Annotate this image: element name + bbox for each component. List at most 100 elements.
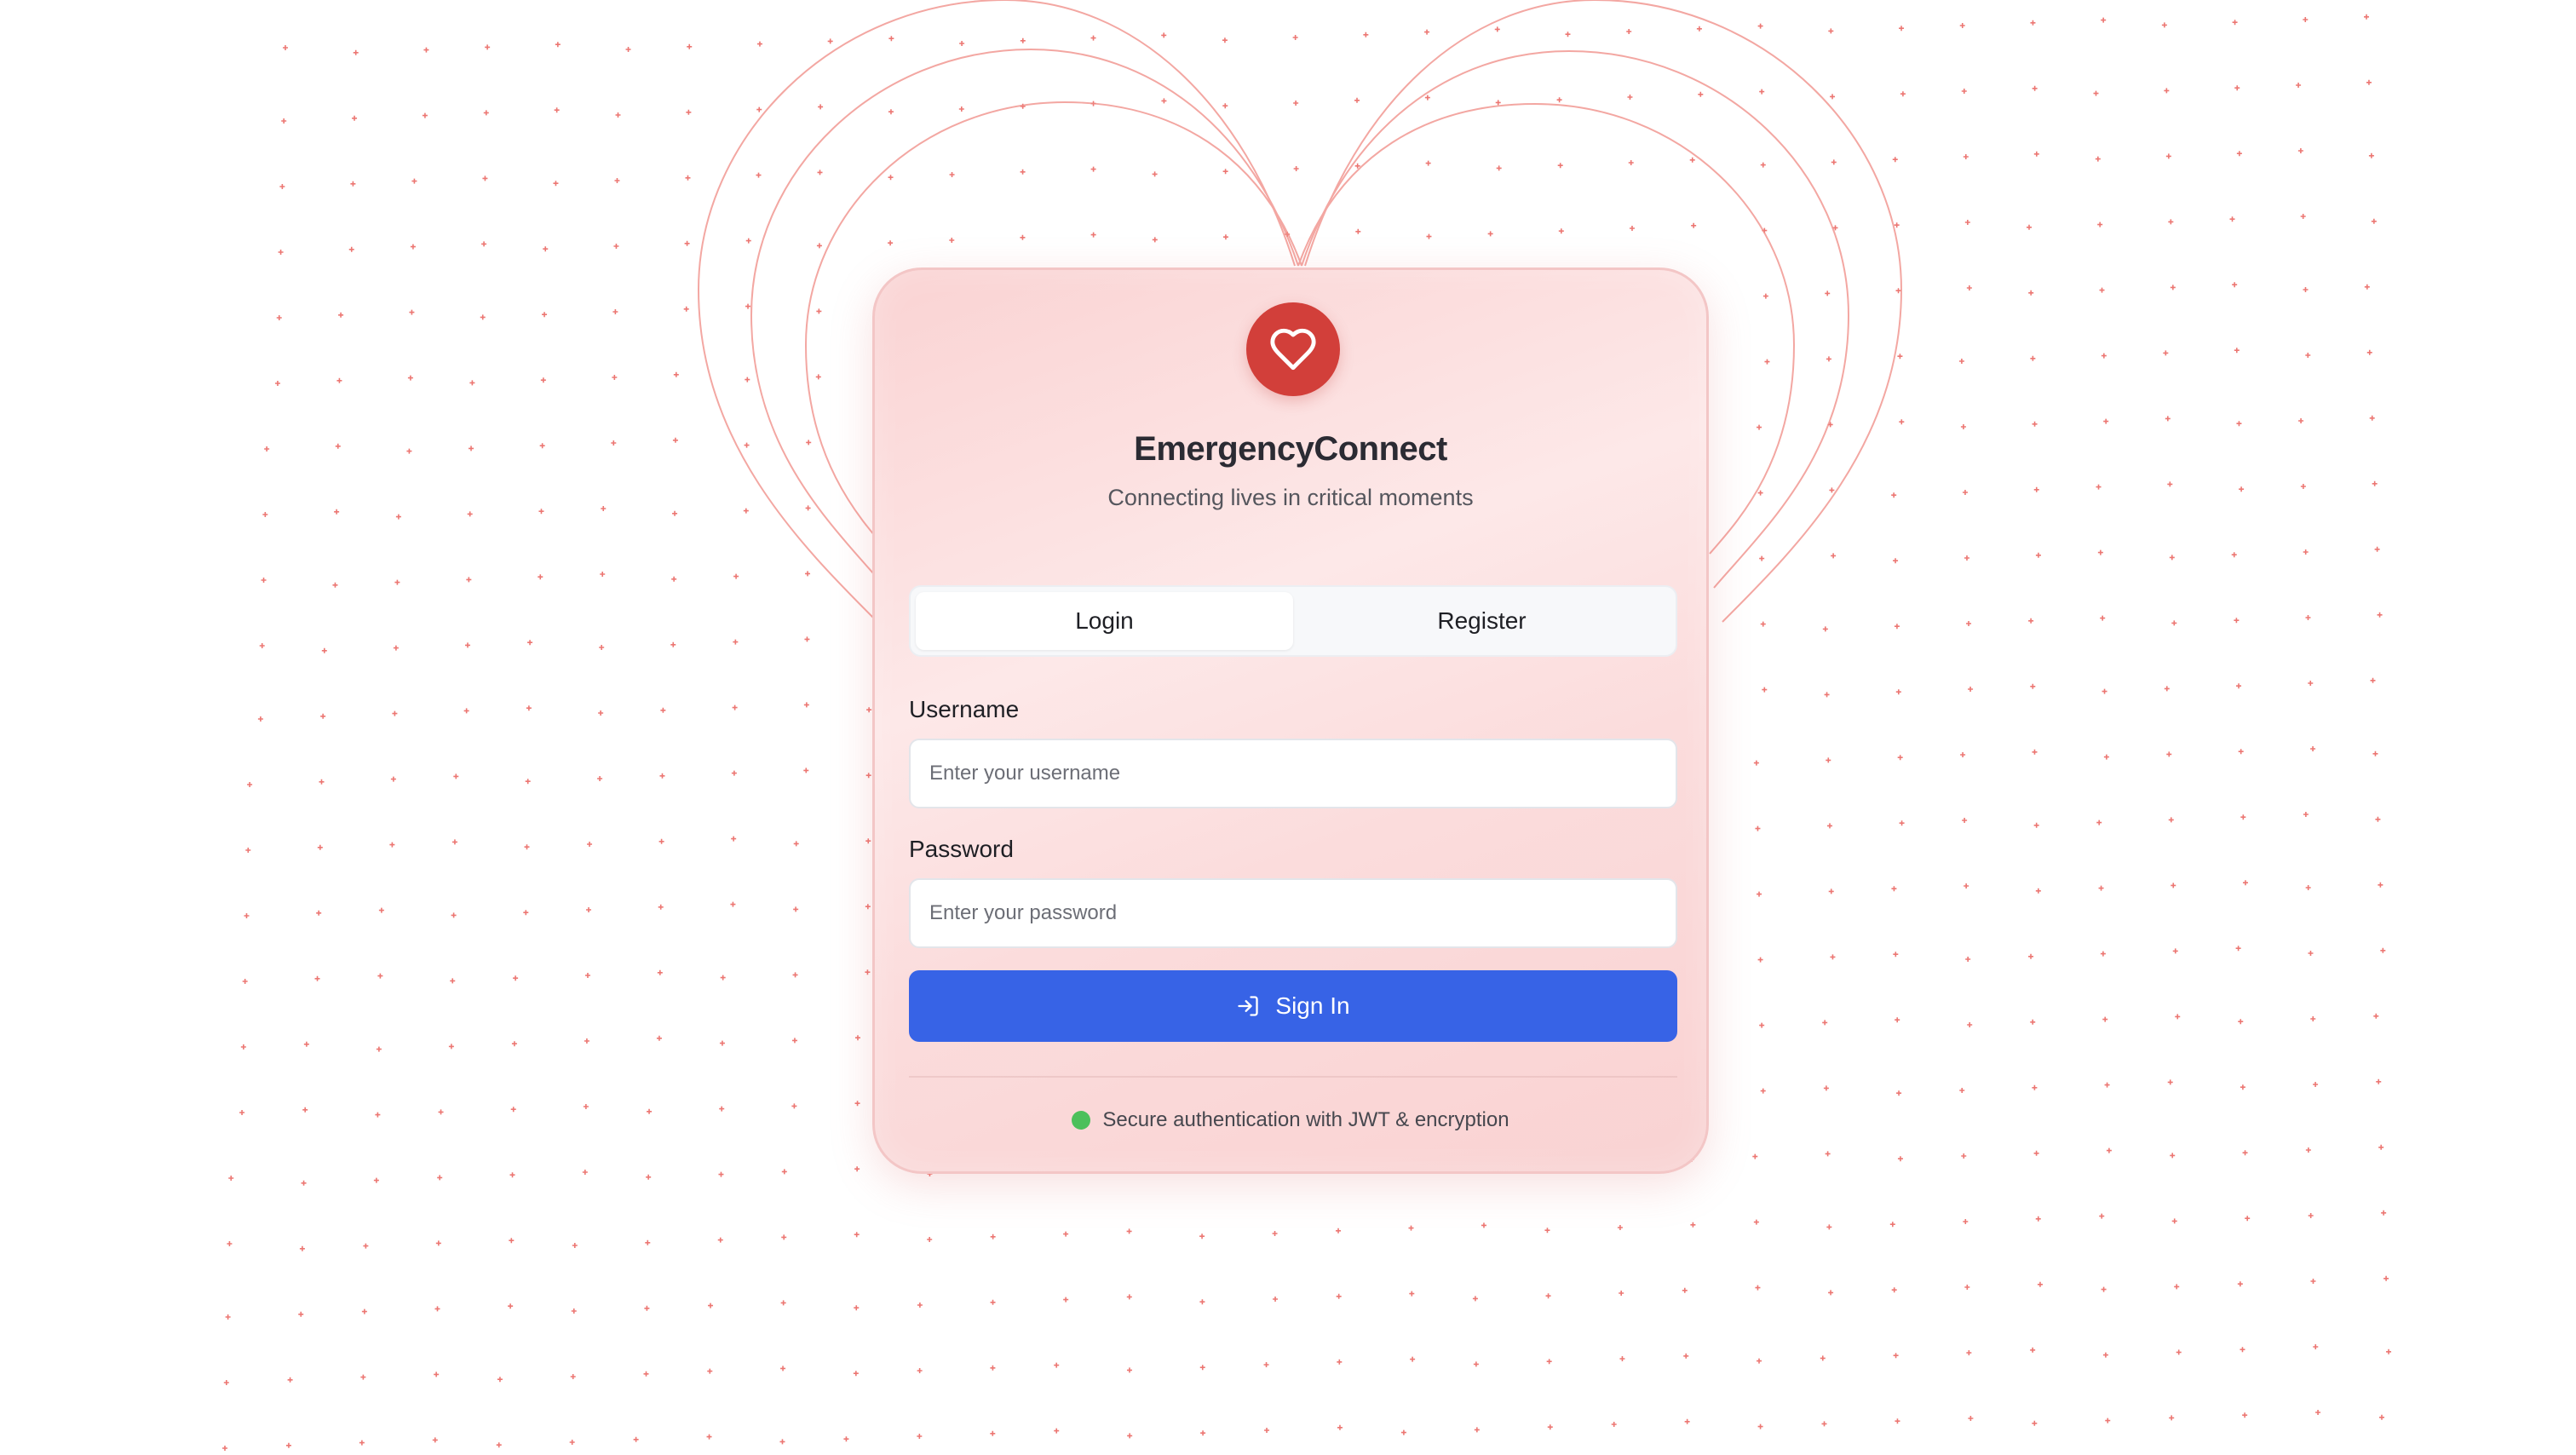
plus-dot bbox=[2097, 549, 2103, 555]
plus-dot bbox=[601, 506, 607, 511]
plus-dot bbox=[2035, 888, 2041, 894]
plus-dot bbox=[352, 115, 358, 121]
plus-dot bbox=[540, 377, 546, 383]
plus-dot bbox=[2378, 882, 2383, 888]
tab-login[interactable]: Login bbox=[916, 592, 1293, 650]
plus-dot bbox=[1820, 1355, 1826, 1361]
plus-dot bbox=[411, 178, 417, 184]
plus-dot bbox=[320, 713, 326, 719]
plus-dot bbox=[1762, 293, 1768, 299]
plus-dot bbox=[2303, 17, 2309, 22]
plus-dot bbox=[432, 1437, 438, 1443]
username-input[interactable] bbox=[909, 739, 1677, 808]
plus-dot bbox=[373, 1177, 379, 1183]
password-input[interactable] bbox=[909, 878, 1677, 948]
plus-dot bbox=[686, 109, 692, 115]
plus-dot bbox=[2242, 880, 2248, 886]
plus-dot bbox=[2313, 1082, 2319, 1087]
plus-dot bbox=[1964, 1285, 1970, 1290]
plus-dot bbox=[2102, 688, 2107, 694]
plus-dot bbox=[464, 642, 470, 648]
plus-dot bbox=[316, 910, 322, 916]
password-label: Password bbox=[909, 836, 1014, 862]
plus-dot bbox=[1757, 891, 1762, 897]
plus-dot bbox=[1964, 220, 1970, 225]
sign-in-button[interactable]: Sign In bbox=[909, 970, 1677, 1042]
plus-dot bbox=[348, 246, 354, 252]
plus-dot bbox=[553, 181, 559, 187]
plus-dot bbox=[303, 1041, 309, 1047]
plus-dot bbox=[1759, 1022, 1765, 1028]
plus-dot bbox=[2035, 1216, 2041, 1222]
plus-dot bbox=[817, 170, 823, 175]
plus-dot bbox=[392, 710, 398, 716]
plus-dot bbox=[612, 309, 618, 314]
plus-dot bbox=[1161, 98, 1167, 104]
plus-dot bbox=[1825, 1151, 1831, 1157]
plus-dot bbox=[2176, 1349, 2182, 1355]
plus-dot bbox=[480, 314, 486, 320]
plus-dot bbox=[2370, 677, 2376, 683]
plus-dot bbox=[816, 243, 822, 249]
plus-dot bbox=[394, 579, 400, 585]
plus-dot bbox=[1755, 1285, 1761, 1291]
plus-dot bbox=[647, 1108, 653, 1114]
tab-register[interactable]: Register bbox=[1293, 592, 1670, 650]
plus-dot bbox=[1696, 26, 1702, 32]
plus-dot bbox=[779, 1439, 785, 1445]
plus-dot bbox=[730, 901, 736, 907]
plus-dot bbox=[1545, 1293, 1551, 1299]
plus-dot bbox=[1762, 687, 1768, 693]
plus-dot bbox=[285, 1442, 291, 1448]
plus-dot bbox=[586, 907, 592, 912]
plus-dot bbox=[744, 442, 750, 448]
plus-dot bbox=[542, 312, 548, 318]
plus-dot bbox=[2364, 14, 2369, 20]
plus-dot bbox=[600, 572, 606, 577]
plus-dot bbox=[1964, 555, 1969, 561]
plus-dot bbox=[2096, 820, 2102, 825]
plus-dot bbox=[1336, 1293, 1342, 1299]
plus-dot bbox=[990, 1299, 996, 1305]
plus-dot bbox=[1889, 1222, 1895, 1228]
plus-dot bbox=[781, 1169, 787, 1175]
plus-dot bbox=[2234, 348, 2240, 354]
plus-dot bbox=[376, 1046, 382, 1052]
plus-dot bbox=[2236, 683, 2242, 689]
plus-dot bbox=[2372, 480, 2378, 486]
plus-dot bbox=[359, 1440, 365, 1446]
plus-dot bbox=[261, 578, 267, 583]
plus-dot bbox=[2379, 1414, 2384, 1420]
plus-dot bbox=[1968, 1416, 1974, 1421]
plus-dot bbox=[2164, 88, 2170, 94]
plus-dot bbox=[1263, 1362, 1269, 1367]
plus-dot bbox=[314, 975, 320, 981]
plus-dot bbox=[1963, 1219, 1969, 1224]
plus-dot bbox=[2237, 1281, 2243, 1287]
plus-dot bbox=[509, 1172, 515, 1178]
plus-dot bbox=[538, 574, 543, 580]
plus-dot bbox=[242, 979, 248, 984]
plus-dot bbox=[646, 1174, 652, 1180]
plus-dot bbox=[1684, 1418, 1690, 1424]
plus-dot bbox=[1472, 1296, 1478, 1302]
plus-dot bbox=[302, 1107, 308, 1113]
plus-dot bbox=[2168, 219, 2174, 225]
plus-dot bbox=[685, 175, 691, 181]
plus-dot bbox=[244, 913, 250, 918]
plus-dot bbox=[390, 776, 396, 782]
plus-dot bbox=[2165, 416, 2171, 422]
plus-dot bbox=[1967, 1022, 1973, 1027]
plus-dot bbox=[2166, 751, 2172, 757]
plus-dot bbox=[422, 112, 428, 118]
plus-dot bbox=[1199, 1234, 1205, 1239]
plus-dot bbox=[2381, 1210, 2387, 1216]
plus-dot bbox=[570, 1374, 576, 1379]
plus-dot bbox=[658, 904, 664, 910]
plus-dot bbox=[2300, 484, 2306, 489]
plus-dot bbox=[554, 107, 560, 113]
plus-dot bbox=[2105, 1418, 2111, 1423]
plus-dot bbox=[463, 708, 469, 714]
plus-dot bbox=[2371, 218, 2377, 224]
plus-dot bbox=[1757, 23, 1763, 29]
